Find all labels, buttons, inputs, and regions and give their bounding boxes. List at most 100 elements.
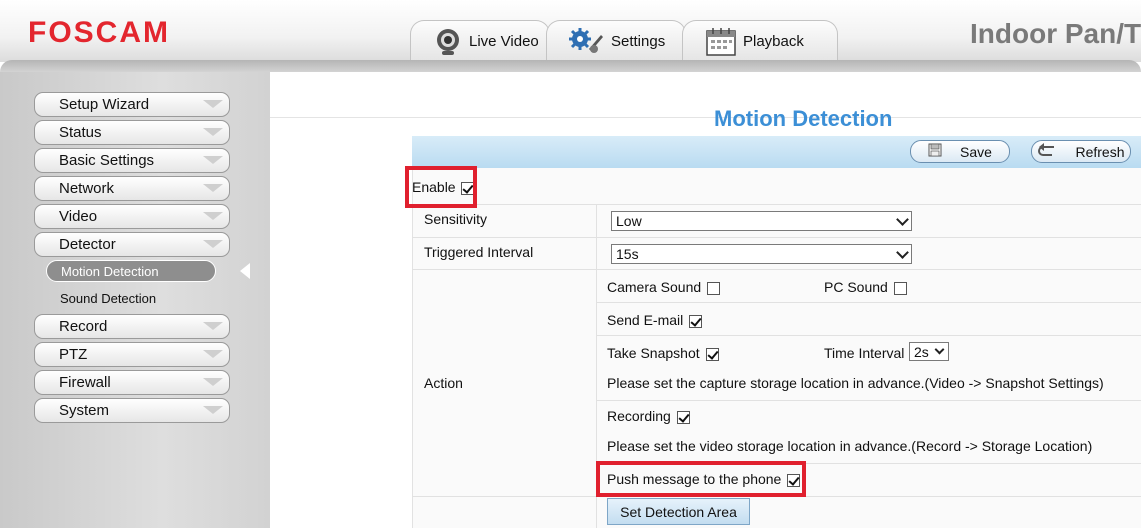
foscam-logo: FOSCAM: [28, 16, 170, 49]
sidebar-item-ptz[interactable]: PTZ: [34, 342, 230, 367]
tab-playback-label: Playback: [743, 33, 804, 50]
time-interval-select[interactable]: 2s: [909, 342, 949, 361]
page-title: Motion Detection: [714, 106, 893, 131]
sidebar-item-network[interactable]: Network: [34, 176, 230, 201]
sidebar-item-label: Firewall: [59, 374, 111, 391]
calendar-icon: [705, 27, 737, 57]
triggered-interval-label: Triggered Interval: [424, 244, 534, 260]
sidebar-item-basic-settings[interactable]: Basic Settings: [34, 148, 230, 173]
gears-icon: [569, 27, 605, 57]
divider: [270, 117, 1141, 118]
main-tabbar: Live Video Settings Playback: [400, 14, 840, 62]
save-label: Save: [960, 143, 992, 160]
sidebar-item-label: Record: [59, 318, 108, 335]
camera-sound-label: Camera Sound: [607, 279, 702, 295]
sensitivity-label: Sensitivity: [424, 211, 488, 227]
pc-sound-checkbox[interactable]: [893, 281, 907, 295]
sidebar-subitem-label: Motion Detection: [61, 263, 159, 279]
webcam-icon: [433, 27, 463, 57]
column-divider: [596, 204, 597, 528]
sidebar-item-label: Video: [59, 208, 98, 225]
set-detection-area-label: Set Detection Area: [620, 503, 737, 520]
refresh-label: Refresh: [1075, 143, 1125, 160]
tab-live-video[interactable]: Live Video: [410, 20, 550, 62]
row-divider: [596, 400, 1141, 401]
recording-label: Recording: [607, 408, 671, 424]
header: FOSCAM Live Video Settings Playback Indo…: [0, 0, 1141, 62]
enable-checkbox[interactable]: [461, 181, 475, 195]
chevron-down-icon: [203, 184, 223, 192]
pc-sound-option: PC Sound: [824, 279, 907, 295]
save-icon: [928, 143, 942, 160]
sensitivity-value: Low: [616, 213, 642, 229]
sidebar-subitem-sound-detection[interactable]: Sound Detection: [46, 287, 216, 309]
sidebar-item-label: System: [59, 402, 110, 419]
chevron-down-icon: [203, 240, 223, 248]
send-email-checkbox[interactable]: [689, 314, 703, 328]
sidebar-item-detector[interactable]: Detector: [34, 232, 230, 257]
row-divider: [596, 335, 1141, 336]
chevron-down-icon: [203, 156, 223, 164]
sidebar-item-setup-wizard[interactable]: Setup Wizard: [34, 92, 230, 117]
product-title: Indoor Pan/T: [970, 18, 1141, 49]
sidebar-item-video[interactable]: Video: [34, 204, 230, 229]
sensitivity-select[interactable]: Low: [611, 211, 912, 231]
take-snapshot-option: Take Snapshot: [607, 345, 719, 361]
push-message-label: Push message to the phone: [607, 471, 782, 487]
action-label: Action: [424, 375, 463, 391]
enable-label: Enable: [412, 179, 456, 195]
active-pointer-icon: [240, 263, 250, 279]
row-divider: [596, 302, 1141, 303]
recording-option: Recording: [607, 408, 690, 424]
chevron-down-icon: [896, 213, 909, 226]
row-divider: [412, 496, 1141, 497]
time-interval-value: 2s: [914, 343, 929, 360]
recording-checkbox[interactable]: [676, 410, 690, 424]
sidebar-subitem-motion-detection[interactable]: Motion Detection: [46, 260, 216, 282]
sidebar-item-label: Status: [59, 124, 102, 141]
tab-settings-label: Settings: [611, 33, 666, 50]
sidebar-item-label: Detector: [59, 236, 116, 253]
chevron-down-icon: [203, 100, 223, 108]
chevron-down-icon: [203, 406, 223, 414]
chevron-down-icon: [203, 378, 223, 386]
push-message-checkbox[interactable]: [787, 473, 801, 487]
sidebar-item-label: Basic Settings: [59, 152, 155, 169]
recording-note: Please set the video storage location in…: [607, 438, 1093, 454]
sidebar-item-firewall[interactable]: Firewall: [34, 370, 230, 395]
sidebar-item-label: PTZ: [59, 346, 88, 363]
refresh-button[interactable]: Refresh: [1031, 140, 1131, 163]
send-email-option: Send E-mail: [607, 312, 703, 328]
sidebar-item-record[interactable]: Record: [34, 314, 230, 339]
sidebar-item-system[interactable]: System: [34, 398, 230, 423]
pc-sound-label: PC Sound: [824, 279, 888, 295]
save-button[interactable]: Save: [910, 140, 1010, 163]
camera-sound-option: Camera Sound: [607, 279, 721, 295]
tab-live-video-label: Live Video: [469, 33, 539, 50]
row-divider: [412, 237, 1141, 238]
refresh-icon: [1037, 143, 1057, 160]
snapshot-note: Please set the capture storage location …: [607, 375, 1104, 391]
toolbar: Save Refresh: [412, 136, 1141, 168]
row-divider: [596, 463, 1141, 464]
tab-settings[interactable]: Settings: [546, 20, 686, 62]
triggered-interval-value: 15s: [616, 246, 639, 262]
triggered-interval-select[interactable]: 15s: [611, 244, 912, 264]
chevron-down-icon: [203, 212, 223, 220]
chevron-down-icon: [203, 128, 223, 136]
enable-row: Enable: [412, 179, 475, 195]
tab-playback[interactable]: Playback: [682, 20, 838, 62]
row-divider: [412, 204, 1141, 205]
sidebar-item-label: Setup Wizard: [59, 96, 150, 113]
chevron-down-icon: [934, 344, 945, 355]
set-detection-area-button[interactable]: Set Detection Area: [607, 498, 750, 525]
sidebar-item-status[interactable]: Status: [34, 120, 230, 145]
sidebar-item-label: Network: [59, 180, 115, 197]
push-message-option: Push message to the phone: [607, 471, 801, 487]
time-interval-label: Time Interval: [824, 345, 905, 361]
chevron-down-icon: [203, 350, 223, 358]
camera-sound-checkbox[interactable]: [707, 281, 721, 295]
chevron-down-icon: [896, 246, 909, 259]
take-snapshot-checkbox[interactable]: [705, 347, 719, 361]
send-email-label: Send E-mail: [607, 312, 684, 328]
